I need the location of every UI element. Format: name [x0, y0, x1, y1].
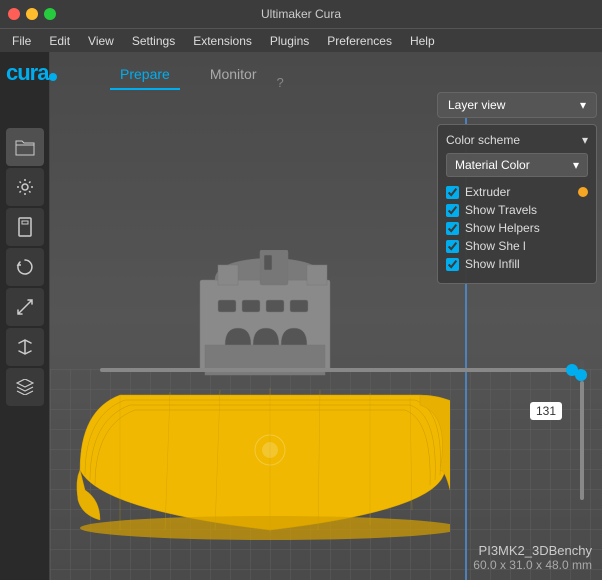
- menu-extensions[interactable]: Extensions: [185, 32, 260, 50]
- show-infill-label: Show Infill: [465, 257, 520, 271]
- show-travels-checkbox-row: Show Travels: [446, 203, 588, 217]
- vertical-slider-track: [580, 360, 584, 500]
- menu-view[interactable]: View: [80, 32, 122, 50]
- horizontal-slider-area[interactable]: [100, 362, 572, 378]
- viewport: 131 Layer view ▾ Color scheme ▾ Material…: [50, 52, 602, 580]
- show-helpers-label: Show Helpers: [465, 221, 540, 235]
- color-scheme-dropdown[interactable]: Material Color ▾: [446, 153, 588, 177]
- color-scheme-header: Color scheme ▾: [446, 133, 588, 147]
- mirror-icon[interactable]: [6, 328, 44, 366]
- menu-settings[interactable]: Settings: [124, 32, 183, 50]
- menu-plugins[interactable]: Plugins: [262, 32, 317, 50]
- open-folder-icon[interactable]: [6, 128, 44, 166]
- help-icon[interactable]: ?: [277, 75, 284, 90]
- model-dimensions: 60.0 x 31.0 x 48.0 mm: [473, 558, 592, 572]
- horizontal-slider-filled: [100, 368, 572, 372]
- menu-help[interactable]: Help: [402, 32, 443, 50]
- show-shell-checkbox[interactable]: [446, 240, 459, 253]
- nav-bar: Prepare Monitor ?: [100, 52, 602, 90]
- settings-icon[interactable]: [6, 168, 44, 206]
- layer-view-chevron: ▾: [580, 98, 586, 112]
- tab-monitor[interactable]: Monitor: [200, 60, 267, 90]
- show-infill-checkbox-row: Show Infill: [446, 257, 588, 271]
- left-toolbar: [0, 52, 50, 580]
- window-title: Ultimaker Cura: [261, 7, 341, 21]
- color-scheme-dropdown-chevron: ▾: [573, 158, 579, 172]
- right-panel: Layer view ▾ Color scheme ▾ Material Col…: [437, 92, 597, 284]
- menu-preferences[interactable]: Preferences: [319, 32, 400, 50]
- close-button[interactable]: [8, 8, 20, 20]
- layers-icon[interactable]: [6, 368, 44, 406]
- extruder-color-dot: [578, 187, 588, 197]
- color-scheme-collapse-icon[interactable]: ▾: [582, 133, 588, 147]
- scale-icon[interactable]: [6, 288, 44, 326]
- window-controls[interactable]: [8, 8, 56, 20]
- menu-edit[interactable]: Edit: [41, 32, 78, 50]
- tab-prepare[interactable]: Prepare: [110, 60, 180, 90]
- layer-number-badge: 131: [530, 402, 562, 420]
- show-shell-label: Show She l: [465, 239, 526, 253]
- vertical-slider-thumb[interactable]: [575, 369, 587, 381]
- minimize-button[interactable]: [26, 8, 38, 20]
- menu-bar: File Edit View Settings Extensions Plugi…: [0, 28, 602, 52]
- show-travels-label: Show Travels: [465, 203, 537, 217]
- show-infill-checkbox[interactable]: [446, 258, 459, 271]
- maximize-button[interactable]: [44, 8, 56, 20]
- color-scheme-title: Color scheme: [446, 133, 520, 147]
- vertical-slider-filled: [580, 381, 584, 500]
- cura-logo: cura: [6, 60, 48, 86]
- ship-model: [70, 250, 450, 550]
- layer-view-label: Layer view: [448, 98, 505, 112]
- rotate-icon[interactable]: [6, 248, 44, 286]
- show-travels-checkbox[interactable]: [446, 204, 459, 217]
- extruder-checkbox-row: Extruder: [446, 185, 588, 199]
- show-helpers-checkbox[interactable]: [446, 222, 459, 235]
- show-shell-checkbox-row: Show She l: [446, 239, 588, 253]
- color-scheme-value: Material Color: [455, 158, 530, 172]
- model-name: PI3MK2_3DBenchy: [473, 543, 592, 558]
- extruder-label: Extruder: [465, 185, 510, 199]
- menu-file[interactable]: File: [4, 32, 39, 50]
- main-area: cura Prepare Monitor ?: [0, 52, 602, 580]
- title-bar: Ultimaker Cura: [0, 0, 602, 28]
- extruder-checkbox[interactable]: [446, 186, 459, 199]
- logo-dot: [49, 73, 57, 81]
- support-icon[interactable]: [6, 208, 44, 246]
- vertical-slider-area[interactable]: [567, 352, 597, 500]
- color-scheme-panel: Color scheme ▾ Material Color ▾ Extruder…: [437, 124, 597, 284]
- horizontal-slider-track: [100, 368, 572, 372]
- show-helpers-checkbox-row: Show Helpers: [446, 221, 588, 235]
- logo-area: cura: [6, 60, 57, 86]
- layer-view-button[interactable]: Layer view ▾: [437, 92, 597, 118]
- bottom-info-bar: PI3MK2_3DBenchy 60.0 x 31.0 x 48.0 mm: [473, 543, 592, 572]
